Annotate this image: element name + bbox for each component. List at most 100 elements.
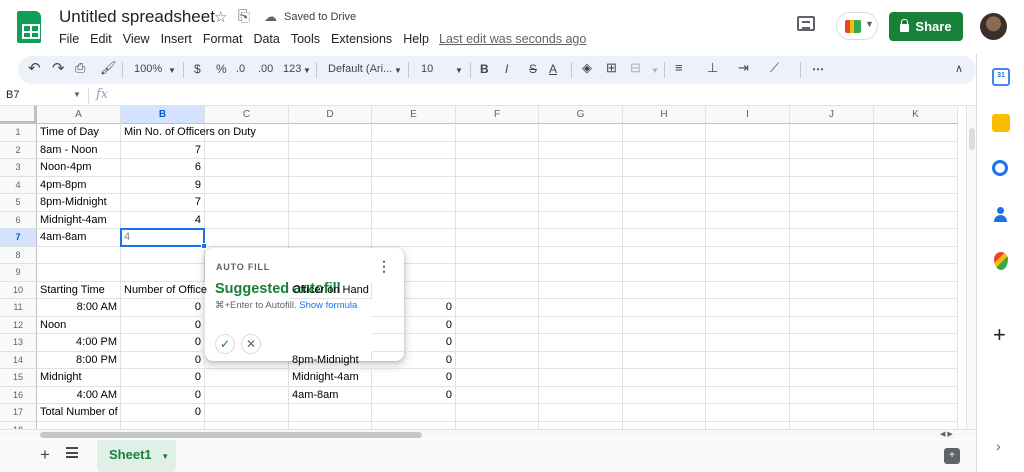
column-header-d[interactable]: D [289, 106, 372, 124]
cell-g16[interactable] [539, 386, 623, 404]
reject-autofill-button[interactable]: ✕ [241, 334, 261, 354]
cell-f17[interactable] [456, 404, 539, 422]
cell-d15[interactable]: Midnight-4am [289, 369, 372, 387]
menu-extensions[interactable]: Extensions [331, 32, 392, 46]
cell-k8[interactable] [874, 246, 958, 264]
cell-g10[interactable] [539, 281, 623, 299]
cell-e7[interactable] [372, 229, 456, 247]
row-header-15[interactable]: 15 [0, 369, 37, 387]
strikethrough-button[interactable]: S [529, 62, 537, 76]
cell-b11[interactable]: 0 [121, 299, 205, 317]
meet-button[interactable]: ▼ [836, 12, 878, 40]
cell-h14[interactable] [623, 351, 706, 369]
cell-b10[interactable]: Number of Office [121, 281, 207, 299]
cell-j18[interactable] [790, 421, 874, 429]
cell-f15[interactable] [456, 369, 539, 387]
move-folder-icon[interactable]: ⎘ [238, 8, 250, 25]
horizontal-align-icon[interactable]: ≡ [675, 60, 683, 75]
cell-g7[interactable] [539, 229, 623, 247]
cell-e14[interactable]: 0 [372, 351, 456, 369]
column-header-g[interactable]: G [539, 106, 623, 124]
cell-j17[interactable] [790, 404, 874, 422]
cell-d7[interactable] [289, 229, 372, 247]
menu-edit[interactable]: Edit [90, 32, 112, 46]
cell-d5[interactable] [289, 194, 372, 212]
column-header-c[interactable]: C [205, 106, 289, 124]
cell-i6[interactable] [706, 211, 790, 229]
cell-e2[interactable] [372, 141, 456, 159]
borders-icon[interactable]: ⊞ [606, 60, 617, 76]
cell-d17[interactable] [289, 404, 372, 422]
format-percent-button[interactable]: % [216, 62, 227, 76]
cell-h8[interactable] [623, 246, 706, 264]
add-sheet-icon[interactable]: + [40, 445, 50, 465]
increase-decimal-button[interactable]: .00 [258, 63, 273, 75]
cell-i12[interactable] [706, 316, 790, 334]
cell-a15[interactable]: Midnight [37, 369, 121, 387]
cell-j9[interactable] [790, 264, 874, 282]
cell-i8[interactable] [706, 246, 790, 264]
cell-g13[interactable] [539, 334, 623, 352]
cell-k14[interactable] [874, 351, 958, 369]
cell-c3[interactable] [205, 159, 289, 177]
cell-h4[interactable] [623, 176, 706, 194]
cell-k7[interactable] [874, 229, 958, 247]
cell-j3[interactable] [790, 159, 874, 177]
cell-f10[interactable] [456, 281, 539, 299]
cell-j10[interactable] [790, 281, 874, 299]
cell-h17[interactable] [623, 404, 706, 422]
cell-b18[interactable] [121, 421, 205, 429]
cell-a13[interactable]: 4:00 PM [37, 334, 121, 352]
cell-h18[interactable] [623, 421, 706, 429]
cell-a10[interactable]: Starting Time [37, 281, 121, 299]
cell-c18[interactable] [205, 421, 289, 429]
cell-b3[interactable]: 6 [121, 159, 205, 177]
menu-file[interactable]: File [59, 32, 79, 46]
cell-h2[interactable] [623, 141, 706, 159]
cell-a17[interactable]: Total Number of [37, 404, 121, 422]
cell-h15[interactable] [623, 369, 706, 387]
menu-data[interactable]: Data [253, 32, 279, 46]
all-sheets-icon[interactable] [66, 447, 78, 458]
row-header-2[interactable]: 2 [0, 141, 37, 159]
cell-e15[interactable]: 0 [372, 369, 456, 387]
cell-g2[interactable] [539, 141, 623, 159]
cell-i16[interactable] [706, 386, 790, 404]
cell-j1[interactable] [790, 124, 874, 142]
row-header-8[interactable]: 8 [0, 246, 37, 264]
cell-j6[interactable] [790, 211, 874, 229]
font-select[interactable]: Default (Ari... [328, 63, 392, 75]
comment-history-icon[interactable] [797, 16, 815, 31]
cell-j7[interactable] [790, 229, 874, 247]
cell-h3[interactable] [623, 159, 706, 177]
cell-g15[interactable] [539, 369, 623, 387]
cell-c5[interactable] [205, 194, 289, 212]
cell-b6[interactable]: 4 [121, 211, 205, 229]
cell-k6[interactable] [874, 211, 958, 229]
cell-g8[interactable] [539, 246, 623, 264]
cell-e12[interactable]: 0 [372, 316, 456, 334]
cell-k17[interactable] [874, 404, 958, 422]
cell-i17[interactable] [706, 404, 790, 422]
row-header-14[interactable]: 14 [0, 351, 37, 369]
cell-c16[interactable] [205, 386, 289, 404]
cell-f2[interactable] [456, 141, 539, 159]
undo-icon[interactable]: ↶ [28, 59, 41, 77]
star-icon[interactable]: ☆ [214, 8, 227, 26]
cell-j15[interactable] [790, 369, 874, 387]
menu-view[interactable]: View [123, 32, 150, 46]
cell-j14[interactable] [790, 351, 874, 369]
cell-k10[interactable] [874, 281, 958, 299]
cell-k3[interactable] [874, 159, 958, 177]
cell-a9[interactable] [37, 264, 121, 282]
collapse-toolbar-icon[interactable]: ∧ [955, 62, 963, 75]
cell-b14[interactable]: 0 [121, 351, 205, 369]
row-header-5[interactable]: 5 [0, 194, 37, 212]
document-title[interactable]: Untitled spreadsheet [59, 7, 215, 27]
cell-f13[interactable] [456, 334, 539, 352]
row-header-18[interactable]: 18 [0, 421, 37, 429]
row-header-9[interactable]: 9 [0, 264, 37, 282]
tasks-icon[interactable] [992, 160, 1008, 176]
cell-a8[interactable] [37, 246, 121, 264]
cell-c17[interactable] [205, 404, 289, 422]
